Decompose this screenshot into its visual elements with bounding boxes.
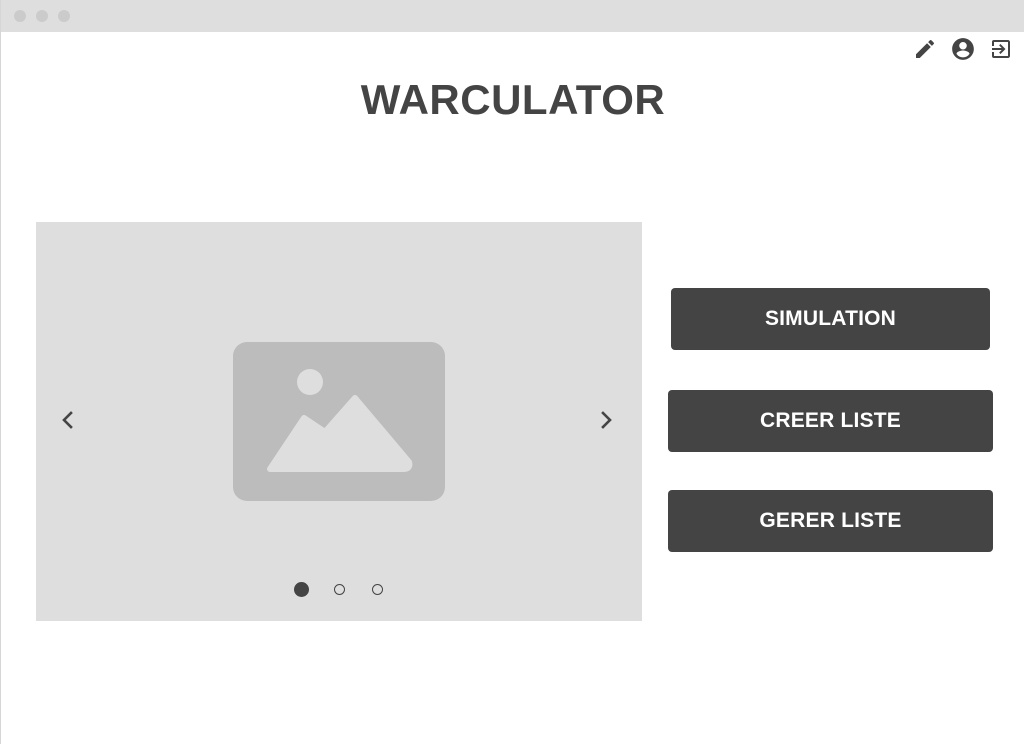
carousel-pagination [36,581,642,597]
user-account-icon[interactable] [950,36,976,62]
gerer-liste-button[interactable]: GERER LISTE [668,490,993,552]
logout-icon[interactable] [988,36,1014,62]
simulation-button[interactable]: SIMULATION [671,288,990,350]
pencil-icon[interactable] [912,36,938,62]
app-title: WARCULATOR [360,76,666,123]
creer-liste-button[interactable]: CREER LISTE [668,390,993,452]
image-placeholder [233,342,445,501]
window-close-control[interactable] [14,10,26,22]
carousel-dot-2[interactable] [334,583,345,595]
top-toolbar [900,36,1014,62]
chevron-left-icon[interactable] [56,408,80,432]
window-maximize-control[interactable] [58,10,70,22]
chevron-right-icon[interactable] [594,408,618,432]
window-minimize-control[interactable] [36,10,48,22]
window-titlebar [1,0,1024,32]
carousel-dot-3[interactable] [372,583,383,595]
carousel-dot-1[interactable] [293,581,309,597]
image-carousel [36,222,642,621]
image-placeholder-icon [267,369,413,472]
app-window: WARCULATOR SIMULATION CREER LISTE GERER … [0,0,1024,744]
